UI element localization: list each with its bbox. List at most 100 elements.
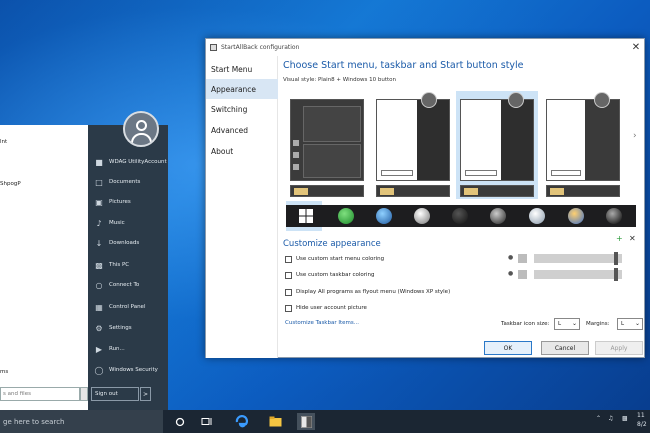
edge-browser-icon[interactable] bbox=[232, 413, 250, 430]
chevron-right-icon[interactable]: › bbox=[633, 131, 637, 141]
dark-flag-orb-icon[interactable] bbox=[452, 208, 468, 224]
checkbox-taskbar-coloring[interactable]: Use custom taskbar coloring bbox=[285, 270, 375, 280]
start-item-music[interactable]: ♪ Music bbox=[90, 214, 168, 232]
cortana-icon[interactable] bbox=[171, 413, 189, 430]
config-window: StartAllBack configuration ✕ Start Menu … bbox=[205, 38, 645, 358]
program-item[interactable]: ms bbox=[0, 369, 8, 375]
start-search-button[interactable] bbox=[80, 387, 88, 401]
color-swatch[interactable] bbox=[518, 254, 527, 263]
thumbnail-preview bbox=[290, 99, 364, 181]
windows7-orb-icon[interactable] bbox=[376, 208, 392, 224]
shutdown-options-button[interactable]: > bbox=[140, 387, 151, 401]
slider-handle[interactable] bbox=[614, 252, 618, 265]
customize-appearance-heading: Customize appearance bbox=[283, 239, 381, 249]
checkbox-label: Use custom taskbar coloring bbox=[296, 272, 375, 278]
sidebar-item-about[interactable]: About bbox=[206, 141, 278, 161]
black-orb-icon[interactable] bbox=[606, 208, 622, 224]
start-item-label: Pictures bbox=[109, 199, 131, 205]
start-item-connect-to[interactable]: ○ Connect To bbox=[90, 276, 168, 294]
checkbox[interactable] bbox=[285, 255, 292, 263]
downloads-icon: ↓ bbox=[95, 238, 103, 248]
start-item-downloads[interactable]: ↓ Downloads bbox=[90, 234, 168, 252]
computer-icon: ▩ bbox=[95, 260, 103, 270]
chevron-up-icon[interactable]: ⌃ bbox=[596, 415, 601, 422]
style-thumbnail-4[interactable] bbox=[542, 91, 624, 199]
start-search-input[interactable]: s and files bbox=[0, 387, 80, 401]
clock-date[interactable]: 8/2 bbox=[637, 421, 647, 428]
start-item-label: Documents bbox=[109, 179, 141, 185]
slider-handle[interactable] bbox=[614, 268, 618, 281]
close-icon[interactable]: ✕ bbox=[630, 41, 642, 53]
remove-icon[interactable]: ✕ bbox=[629, 234, 636, 243]
windows10-logo-icon[interactable] bbox=[298, 208, 314, 224]
start-item-label: Windows Security bbox=[109, 367, 158, 373]
sidebar-item-appearance[interactable]: Appearance bbox=[206, 79, 278, 99]
sidebar-item-advanced[interactable]: Advanced bbox=[206, 120, 278, 140]
taskbar-search-input[interactable]: ge here to search bbox=[0, 410, 163, 433]
windows-flag-orb-icon[interactable] bbox=[414, 208, 430, 224]
sidebar-item-switching[interactable]: Switching bbox=[206, 99, 278, 119]
select-value: L bbox=[621, 321, 625, 327]
add-icon[interactable]: + bbox=[616, 234, 623, 243]
start-menu-color-slider[interactable] bbox=[534, 254, 622, 263]
clock-time[interactable]: 11 bbox=[637, 412, 645, 419]
avatar[interactable] bbox=[123, 111, 159, 147]
music-icon: ♪ bbox=[96, 218, 102, 228]
thumbnail-preview bbox=[460, 99, 534, 181]
checkbox-start-menu-coloring[interactable]: Use custom start menu coloring bbox=[285, 254, 384, 264]
silver-orb-icon[interactable] bbox=[529, 208, 545, 224]
user-head-icon bbox=[136, 120, 147, 131]
checkbox-hide-account-picture[interactable]: Hide user account picture bbox=[285, 303, 367, 313]
style-thumbnail-2[interactable] bbox=[372, 91, 454, 199]
gray-orb-icon[interactable] bbox=[490, 208, 506, 224]
customize-taskbar-items-link[interactable]: Customize Taskbar Items... bbox=[285, 320, 359, 326]
start-item-control-panel[interactable]: ▦ Control Panel bbox=[90, 298, 168, 316]
sidebar-item-start-menu[interactable]: Start Menu bbox=[206, 59, 278, 79]
checkbox[interactable] bbox=[285, 271, 292, 279]
program-item[interactable]: ShpogP bbox=[0, 181, 21, 187]
start-item-run[interactable]: ▶ Run... bbox=[90, 340, 168, 358]
control-panel-icon: ▦ bbox=[95, 302, 103, 312]
color-dot-icon: ● bbox=[508, 270, 514, 277]
select-value: L bbox=[558, 321, 562, 327]
window-titlebar[interactable]: StartAllBack configuration bbox=[206, 39, 644, 56]
start-item-pictures[interactable]: ▣ Pictures bbox=[90, 193, 168, 211]
start-item-user[interactable]: ■ WDAG UtilityAccount bbox=[90, 153, 168, 171]
checkbox[interactable] bbox=[285, 288, 292, 296]
green-orb-icon[interactable] bbox=[338, 208, 354, 224]
network-icon[interactable]: ▩ bbox=[622, 415, 628, 422]
chevron-down-icon: ⌄ bbox=[571, 320, 577, 327]
file-explorer-icon[interactable] bbox=[266, 413, 284, 430]
thumbnail-taskbar bbox=[460, 185, 534, 197]
taskbar: ge here to search ⌃ ♫ ▩ 11 8/2 bbox=[0, 410, 650, 433]
documents-icon: □ bbox=[95, 177, 103, 187]
apply-button[interactable]: Apply bbox=[595, 341, 643, 355]
checkbox-label: Hide user account picture bbox=[296, 305, 367, 311]
margins-select[interactable]: L ⌄ bbox=[617, 318, 643, 330]
task-view-icon[interactable] bbox=[197, 413, 215, 430]
thumbnail-taskbar bbox=[546, 185, 620, 197]
start-item-settings[interactable]: ⚙ Settings bbox=[90, 319, 168, 337]
taskbar-icon-size-select[interactable]: L ⌄ bbox=[554, 318, 580, 330]
shield-icon: ◯ bbox=[94, 365, 104, 375]
speaker-icon[interactable]: ♫ bbox=[608, 415, 613, 422]
start-item-documents[interactable]: □ Documents bbox=[90, 173, 168, 191]
style-thumbnail-3-selected[interactable] bbox=[456, 91, 538, 199]
sign-out-button[interactable]: Sign out bbox=[91, 387, 139, 401]
ok-button[interactable]: OK bbox=[484, 341, 532, 355]
thumbnail-preview bbox=[546, 99, 620, 181]
taskbar-color-slider[interactable] bbox=[534, 270, 622, 279]
start-item-windows-security[interactable]: ◯ Windows Security bbox=[90, 361, 168, 379]
blue-gold-orb-icon[interactable] bbox=[568, 208, 584, 224]
checkbox-label: Use custom start menu coloring bbox=[296, 256, 385, 262]
startallback-taskbar-icon[interactable] bbox=[297, 413, 315, 430]
color-swatch[interactable] bbox=[518, 270, 527, 279]
start-item-label: Music bbox=[109, 220, 125, 226]
checkbox-flyout-menu[interactable]: Display All programs as flyout menu (Win… bbox=[285, 287, 450, 297]
start-item-this-pc[interactable]: ▩ This PC bbox=[90, 256, 168, 274]
program-item[interactable]: lnt bbox=[0, 139, 7, 145]
checkbox[interactable] bbox=[285, 304, 292, 312]
start-item-label: WDAG UtilityAccount bbox=[109, 159, 167, 165]
cancel-button[interactable]: Cancel bbox=[541, 341, 589, 355]
style-thumbnail-1[interactable] bbox=[286, 91, 368, 199]
